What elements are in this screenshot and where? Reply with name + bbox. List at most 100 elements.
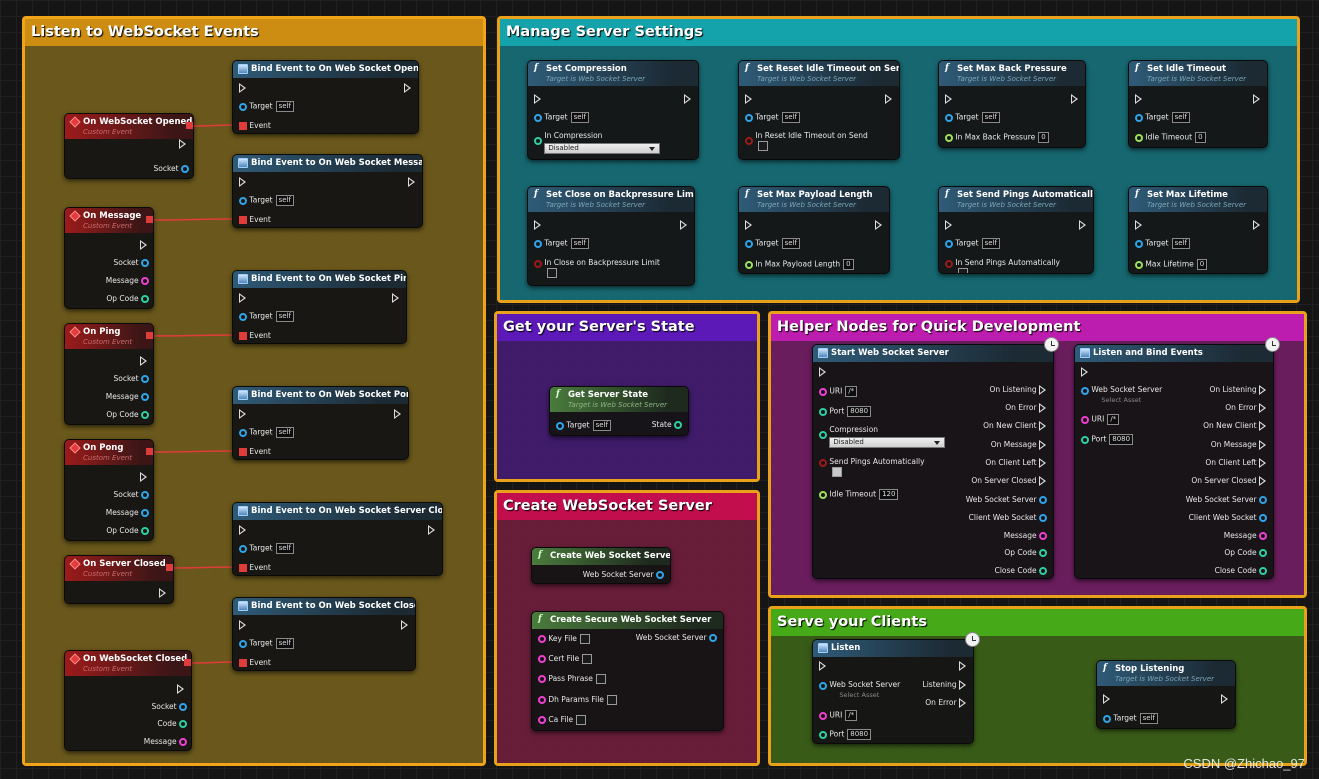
- in-reset-idle-pin[interactable]: In Reset Idle Timeout on Send: [745, 131, 868, 151]
- compression-pin[interactable]: Compression Disabled: [819, 425, 946, 448]
- target-pin[interactable]: Target self: [534, 238, 589, 249]
- message-pin[interactable]: Message: [106, 276, 149, 286]
- target-pin[interactable]: Target self: [534, 112, 589, 123]
- dh-params-pin[interactable]: Dh Params File: [538, 695, 617, 705]
- delegate-pin[interactable]: [146, 216, 153, 223]
- web-socket-server-pin[interactable]: Web Socket Server: [966, 495, 1047, 505]
- exec-out-pin[interactable]: [140, 240, 148, 250]
- target-pin[interactable]: Target self: [239, 311, 294, 322]
- web-socket-server-pin[interactable]: Web Socket Server Select Asset: [819, 680, 900, 700]
- exec-out-pin[interactable]: [159, 588, 167, 598]
- exec-in-pin[interactable]: [819, 367, 827, 377]
- exec-in-pin[interactable]: [239, 293, 247, 303]
- exec-out-pin[interactable]: [1253, 220, 1261, 230]
- asset-picker[interactable]: Select Asset: [1101, 395, 1162, 405]
- event-pin[interactable]: Event: [239, 331, 271, 341]
- client-web-socket-pin[interactable]: Client Web Socket: [1189, 513, 1267, 523]
- on-new-client-pin[interactable]: On New Client: [983, 421, 1047, 431]
- set-max-back-pressure-node[interactable]: f Set Max Back Pressure Target is Web Sock…: [938, 60, 1086, 148]
- exec-in-pin[interactable]: [239, 409, 247, 419]
- in-close-bp-pin[interactable]: In Close on Backpressure Limit: [534, 258, 660, 278]
- on-error-pin[interactable]: On Error: [925, 698, 967, 708]
- on-server-closed-pin[interactable]: On Server Closed: [971, 476, 1047, 486]
- message-pin[interactable]: Message: [1004, 531, 1047, 541]
- event-node-on-websocket-opened[interactable]: On WebSocket Opened Custom Event Socket: [64, 113, 194, 179]
- set-max-lifetime-node[interactable]: f Set Max Lifetime Target is Web Socket Se…: [1128, 186, 1268, 274]
- bind-node-server-closed[interactable]: Bind Event to On Web Socket Server Close…: [232, 502, 443, 576]
- on-listening-pin[interactable]: On Listening: [989, 385, 1047, 395]
- in-max-back-pressure-pin[interactable]: In Max Back Pressure 0: [945, 132, 1049, 143]
- socket-pin[interactable]: Socket: [114, 490, 149, 500]
- event-pin[interactable]: Event: [239, 121, 271, 131]
- event-node-on-pong[interactable]: On Pong Custom Event Socket Message Op Co…: [64, 439, 154, 541]
- target-pin[interactable]: Target self: [1103, 713, 1158, 724]
- send-pings-checkbox[interactable]: [832, 467, 843, 477]
- set-compression-node[interactable]: f Set Compression Target is Web Socket Ser…: [527, 60, 699, 160]
- exec-out-pin[interactable]: [404, 83, 412, 93]
- idle-timeout-pin[interactable]: Idle Timeout 0: [1135, 132, 1206, 143]
- max-lifetime-pin[interactable]: Max Lifetime 0: [1135, 259, 1208, 270]
- exec-in-pin[interactable]: [1081, 367, 1089, 377]
- exec-out-pin[interactable]: [875, 220, 883, 230]
- target-pin[interactable]: Target self: [239, 427, 294, 438]
- exec-in-pin[interactable]: [945, 94, 953, 104]
- close-bp-checkbox[interactable]: [547, 268, 558, 278]
- socket-pin[interactable]: Socket: [152, 702, 187, 712]
- client-web-socket-pin[interactable]: Client Web Socket: [969, 513, 1047, 523]
- set-send-pings-node[interactable]: f Set Send Pings Automatically Target is W…: [938, 186, 1094, 274]
- socket-pin[interactable]: Socket: [154, 164, 189, 174]
- on-server-closed-pin[interactable]: On Server Closed: [1191, 476, 1267, 486]
- in-send-pings-pin[interactable]: In Send Pings Automatically: [945, 258, 1060, 273]
- message-pin[interactable]: Message: [144, 737, 187, 747]
- event-node-on-server-closed[interactable]: On Server Closed Custom Event: [64, 555, 174, 604]
- target-pin[interactable]: Target self: [556, 420, 611, 431]
- create-web-socket-server-node[interactable]: f Create Web Socket Server Web Socket Ser…: [531, 547, 671, 584]
- web-socket-server-pin[interactable]: Web Socket Server: [583, 570, 664, 580]
- exec-in-pin[interactable]: [745, 220, 753, 230]
- cert-file-pin[interactable]: Cert File: [538, 654, 593, 664]
- exec-out-pin[interactable]: [1071, 94, 1079, 104]
- exec-in-pin[interactable]: [239, 525, 247, 535]
- ca-file-pin[interactable]: Ca File: [538, 715, 587, 725]
- pass-phrase-pin[interactable]: Pass Phrase: [538, 674, 606, 684]
- bind-node-message[interactable]: Bind Event to On Web Socket Message Targ…: [232, 154, 423, 228]
- exec-in-pin[interactable]: [1135, 94, 1143, 104]
- delegate-pin[interactable]: [146, 448, 153, 455]
- exec-in-pin[interactable]: [534, 220, 542, 230]
- reset-checkbox[interactable]: [758, 141, 769, 151]
- target-pin[interactable]: Target self: [239, 638, 294, 649]
- event-pin[interactable]: Event: [239, 563, 271, 573]
- in-max-payload-pin[interactable]: In Max Payload Length 0: [745, 259, 854, 270]
- set-idle-timeout-node[interactable]: f Set Idle Timeout Target is Web Socket Se…: [1128, 60, 1268, 148]
- exec-out-pin[interactable]: [885, 94, 893, 104]
- on-client-left-pin[interactable]: On Client Left: [985, 458, 1047, 468]
- exec-out-pin[interactable]: [684, 94, 692, 104]
- exec-in-pin[interactable]: [1135, 220, 1143, 230]
- delegate-pin[interactable]: [166, 564, 173, 571]
- delegate-pin[interactable]: [186, 122, 193, 129]
- on-new-client-pin[interactable]: On New Client: [1203, 421, 1267, 431]
- create-secure-web-socket-server-node[interactable]: f Create Secure Web Socket Server Web Soc…: [531, 611, 724, 731]
- event-pin[interactable]: Event: [239, 658, 271, 668]
- event-node-on-message[interactable]: On Message Custom Event Socket Message Op…: [64, 207, 154, 309]
- message-pin[interactable]: Message: [1224, 531, 1267, 541]
- on-message-pin[interactable]: On Message: [991, 440, 1047, 450]
- key-file-pin[interactable]: Key File: [538, 634, 590, 644]
- bind-node-ping[interactable]: Bind Event to On Web Socket Ping Target s…: [232, 270, 407, 344]
- event-pin[interactable]: Event: [239, 447, 271, 457]
- state-pin[interactable]: State: [652, 420, 682, 430]
- event-node-on-websocket-closed[interactable]: On WebSocket Closed Custom Event Socket C…: [64, 650, 192, 751]
- op-code-pin[interactable]: Op Code: [1004, 548, 1047, 558]
- code-pin[interactable]: Code: [157, 719, 187, 729]
- send-pings-checkbox[interactable]: [958, 268, 969, 273]
- port-pin[interactable]: Port 8080: [819, 406, 872, 417]
- event-pin[interactable]: Event: [239, 215, 271, 225]
- op-code-pin[interactable]: Op Code: [1224, 548, 1267, 558]
- target-pin[interactable]: Target self: [745, 238, 800, 249]
- message-pin[interactable]: Message: [106, 508, 149, 518]
- exec-out-pin[interactable]: [140, 472, 148, 482]
- socket-pin[interactable]: Socket: [114, 374, 149, 384]
- bind-node-opened[interactable]: Bind Event to On Web Socket Opened Targe…: [232, 60, 419, 134]
- compression-dropdown[interactable]: Disabled: [544, 143, 661, 154]
- socket-pin[interactable]: Socket: [114, 258, 149, 268]
